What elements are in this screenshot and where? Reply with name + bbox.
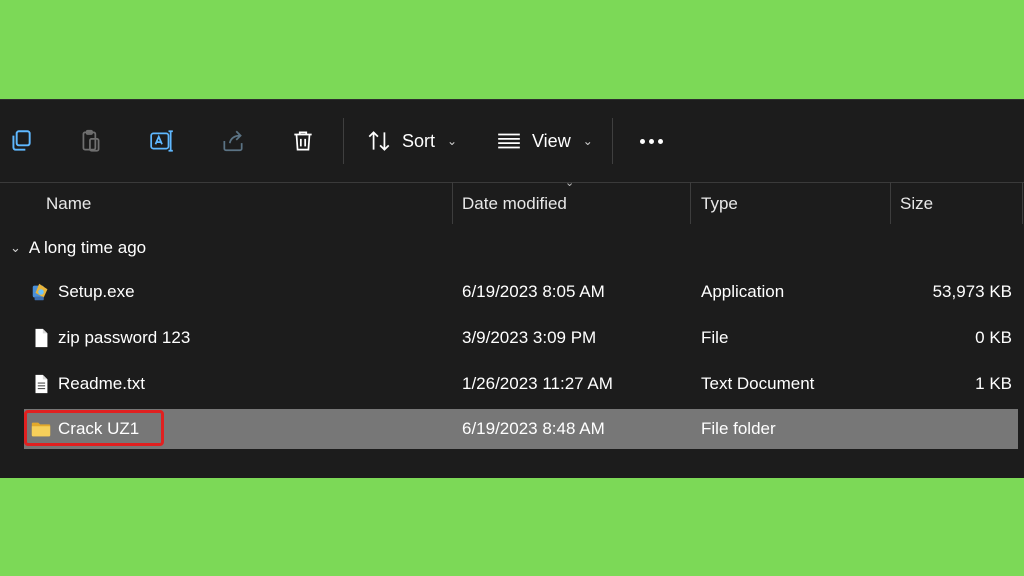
file-type: File — [701, 328, 729, 347]
highlight-box — [24, 410, 164, 446]
text-document-icon — [35, 374, 48, 394]
sort-label: Sort — [402, 130, 436, 151]
group-header[interactable]: ⌄ A long time ago — [10, 238, 146, 258]
file-name: Setup.exe — [58, 282, 135, 301]
more-icon[interactable] — [636, 126, 666, 156]
view-label: View — [532, 130, 571, 151]
file-date: 1/26/2023 11:27 AM — [462, 374, 613, 393]
delete-icon[interactable] — [288, 126, 318, 156]
file-name: zip password 123 — [58, 328, 191, 347]
file-row[interactable]: zip password 123 3/9/2023 3:09 PM File 0… — [24, 318, 1018, 358]
column-divider[interactable] — [690, 182, 691, 224]
toolbar-separator — [612, 118, 613, 164]
file-explorer-window: Sort ⌄ View ⌄ Name ⌄ Date modified Type … — [0, 99, 1024, 478]
sort-icon — [368, 131, 390, 151]
column-size[interactable]: Size — [900, 182, 933, 224]
file-row[interactable]: Setup.exe 6/19/2023 8:05 AM Application … — [24, 272, 1018, 312]
column-type[interactable]: Type — [701, 182, 738, 224]
file-date: 6/19/2023 8:48 AM — [462, 419, 605, 438]
file-type: File folder — [701, 419, 776, 438]
sort-button[interactable]: Sort ⌄ — [366, 126, 457, 156]
column-header: Name ⌄ Date modified Type Size — [0, 177, 1024, 224]
chevron-down-icon: ⌄ — [447, 134, 458, 148]
chevron-down-icon: ⌄ — [10, 240, 21, 255]
file-icon — [35, 328, 48, 348]
column-name[interactable]: Name — [46, 182, 91, 224]
application-icon — [32, 283, 48, 301]
file-type: Text Document — [701, 374, 815, 393]
column-date-modified[interactable]: Date modified — [462, 182, 567, 224]
file-size: 1 KB — [975, 374, 1012, 393]
paste-icon[interactable] — [76, 126, 106, 156]
view-button[interactable]: View ⌄ — [496, 126, 593, 156]
column-divider[interactable] — [1022, 182, 1023, 224]
column-divider[interactable] — [890, 182, 891, 224]
group-label: A long time ago — [28, 238, 147, 257]
share-icon[interactable] — [218, 126, 248, 156]
file-date: 6/19/2023 8:05 AM — [462, 282, 605, 301]
file-row[interactable]: Readme.txt 1/26/2023 11:27 AM Text Docum… — [24, 364, 1018, 404]
view-icon — [498, 133, 520, 149]
file-date: 3/9/2023 3:09 PM — [462, 328, 597, 347]
command-bar: Sort ⌄ View ⌄ — [0, 100, 1024, 183]
file-name: Readme.txt — [58, 374, 145, 393]
file-size: 53,973 KB — [932, 282, 1012, 301]
rename-icon[interactable] — [147, 126, 177, 156]
file-row-selected[interactable]: Crack UZ1 6/19/2023 8:48 AM File folder — [24, 409, 1018, 449]
file-type: Application — [701, 282, 785, 301]
copy-icon[interactable] — [6, 126, 36, 156]
column-divider[interactable] — [452, 182, 453, 224]
file-size: 0 KB — [975, 328, 1012, 347]
toolbar-separator — [343, 118, 344, 164]
chevron-down-icon: ⌄ — [582, 134, 593, 148]
